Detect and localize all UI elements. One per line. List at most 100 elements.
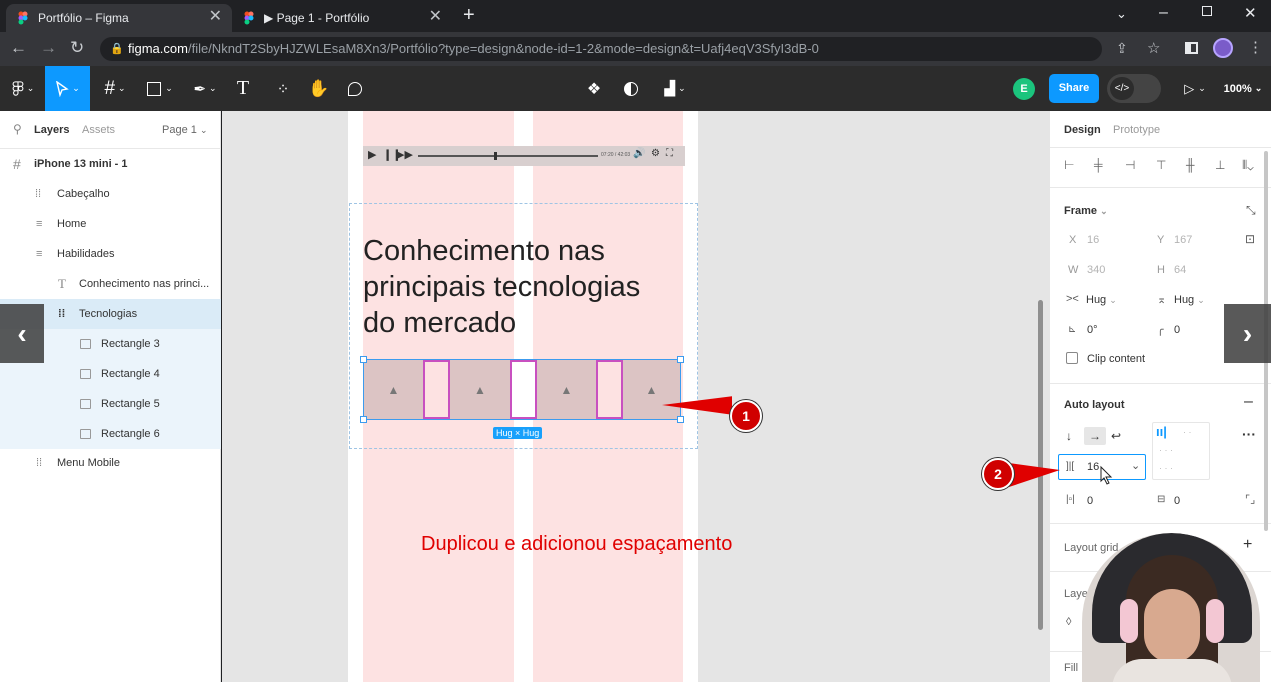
hug-vertical-select[interactable]: Hug ⌄ (1174, 294, 1205, 306)
page-selector[interactable]: Page 1 ⌄ (162, 124, 207, 136)
direction-wrap-icon[interactable]: ↩ (1111, 429, 1121, 443)
direction-vertical-icon[interactable]: ↓ (1066, 429, 1072, 443)
layer-iphone-frame[interactable]: # iPhone 13 mini - 1 (0, 149, 221, 179)
frame-tool-button[interactable]: # ⌄ (98, 66, 132, 111)
user-avatar[interactable]: E (1013, 78, 1035, 100)
profile-avatar[interactable] (1213, 38, 1233, 58)
mask-button[interactable] (620, 66, 642, 111)
boolean-button[interactable]: ▟ ⌄ (658, 66, 692, 111)
h-input[interactable]: 64 (1174, 264, 1186, 276)
design-canvas[interactable]: ▶ ❙❙ ▶▶ 07:20 / 42:03 🔊 ⚙ ⛶ Conhecimento… (222, 111, 1049, 682)
align-center-h-icon[interactable]: ╪ (1094, 158, 1103, 172)
tab-search-chevron-icon[interactable]: ⌄ (1116, 6, 1127, 22)
new-tab-icon[interactable]: + (463, 4, 475, 27)
layer-menu-mobile[interactable]: ⁞⁞ Menu Mobile (0, 448, 221, 478)
alignment-grid[interactable]: ıı| · · · · · · · · (1152, 422, 1210, 480)
x-input[interactable]: 16 (1087, 234, 1099, 246)
resize-handle[interactable] (360, 416, 367, 423)
tab-design[interactable]: Design (1064, 124, 1101, 136)
forward-icon[interactable]: → (40, 38, 57, 58)
constraints-icon[interactable]: ⊡ (1245, 232, 1255, 246)
align-left-icon[interactable]: ⊢ (1064, 158, 1074, 172)
more-options-icon[interactable]: ··· (1242, 426, 1256, 442)
tab-layers[interactable]: Layers (34, 124, 69, 136)
fullscreen-icon[interactable]: ⛶ (666, 148, 673, 159)
pass-through-icon[interactable]: ◊ (1066, 616, 1071, 628)
share-page-icon[interactable]: ⇪ (1116, 40, 1128, 57)
remove-auto-layout-icon[interactable]: – (1244, 393, 1253, 411)
dev-mode-toggle[interactable]: </> (1107, 74, 1161, 103)
url-field[interactable]: 🔒 figma.com/file/NkndT2SbyHJZWLEsaM8Xn3/… (100, 37, 1102, 61)
y-input[interactable]: 167 (1174, 234, 1192, 246)
side-panel-icon[interactable] (1185, 42, 1198, 54)
w-input[interactable]: 340 (1087, 264, 1105, 276)
tech-image-2[interactable]: ▲ (450, 360, 510, 419)
main-menu-button[interactable]: ⌄ (4, 66, 42, 111)
layer-rectangle-5[interactable]: Rectangle 5 (0, 389, 221, 419)
layer-conhecimento-text[interactable]: T Conhecimento nas princi... (0, 269, 221, 299)
shape-tool-button[interactable]: ⌄ (142, 66, 178, 111)
video-player-bar[interactable]: ▶ ❙❙ ▶▶ 07:20 / 42:03 🔊 ⚙ ⛶ (363, 146, 685, 166)
resize-handle[interactable] (360, 356, 367, 363)
previous-slide-button-overlay[interactable]: ‹ (0, 304, 44, 363)
comment-tool-button[interactable] (343, 66, 367, 111)
resize-handle[interactable] (677, 356, 684, 363)
browser-menu-icon[interactable]: ⋮ (1248, 38, 1263, 56)
zoom-menu[interactable]: 100% ⌄ (1220, 66, 1266, 111)
direction-horizontal-icon[interactable]: → (1084, 427, 1106, 445)
radius-input[interactable]: 0 (1174, 324, 1180, 336)
chevron-down-icon[interactable]: ⌄ (1131, 459, 1140, 472)
text-tool-button[interactable]: T (230, 66, 256, 111)
section-heading[interactable]: Conhecimento nas principais tecnologias … (363, 233, 693, 341)
tab-portfolio-figma[interactable]: Portfólio – Figma ✕ (6, 4, 232, 32)
align-center-v-icon[interactable]: ╫ (1186, 158, 1195, 172)
layer-rectangle-4[interactable]: Rectangle 4 (0, 359, 221, 389)
layer-home[interactable]: ≡ Home (0, 209, 221, 239)
component-button[interactable]: ❖ (583, 66, 605, 111)
play-icon[interactable]: ▶ (368, 148, 376, 161)
volume-icon[interactable]: 🔊 (633, 148, 645, 159)
skip-icon[interactable]: ▶▶ (396, 148, 413, 161)
tecnologias-autolayout[interactable]: ▲ ▲ ▲ ▲ (360, 356, 684, 423)
align-right-icon[interactable]: ⊣ (1125, 158, 1135, 172)
back-icon[interactable]: ← (10, 38, 27, 58)
add-layout-grid-icon[interactable]: + (1243, 536, 1252, 554)
move-tool-button[interactable]: ⌄ (45, 66, 90, 111)
tech-image-1[interactable]: ▲ (364, 360, 423, 419)
reload-icon[interactable]: ↻ (70, 38, 84, 58)
distribute-icon[interactable]: ⦀⌄ (1242, 158, 1254, 173)
progress-track[interactable] (418, 155, 598, 157)
layer-rectangle-6[interactable]: Rectangle 6 (0, 419, 221, 449)
layer-cabecalho[interactable]: ⁞⁞ Cabeçalho (0, 179, 221, 209)
settings-icon[interactable]: ⚙ (651, 148, 660, 159)
clip-content-checkbox[interactable] (1066, 352, 1078, 364)
pen-tool-button[interactable]: ✒ ⌄ (188, 66, 222, 111)
search-icon[interactable]: ⚲ (13, 122, 22, 136)
minimize-icon[interactable]: – (1159, 4, 1168, 22)
present-button[interactable]: ▷ ⌄ (1180, 66, 1210, 111)
padding-vertical-input[interactable]: 0 (1174, 495, 1180, 507)
close-tab-icon[interactable]: ✕ (429, 9, 442, 25)
close-tab-icon[interactable]: ✕ (209, 9, 222, 25)
rotation-input[interactable]: 0° (1087, 324, 1098, 336)
resources-button[interactable]: ⁘ (270, 66, 296, 111)
padding-horizontal-input[interactable]: 0 (1087, 495, 1093, 507)
collapse-frame-icon[interactable]: ⤡ (1246, 203, 1256, 218)
tab-prototype[interactable]: Prototype (1113, 124, 1160, 136)
tab-assets[interactable]: Assets (82, 124, 115, 136)
next-slide-button[interactable]: › (1224, 304, 1271, 363)
frame-title[interactable]: Frame ⌄ (1064, 205, 1108, 217)
tech-image-3[interactable]: ▲ (537, 360, 596, 419)
bookmark-star-icon[interactable]: ☆ (1147, 39, 1160, 57)
close-window-icon[interactable]: ✕ (1244, 4, 1257, 22)
align-top-icon[interactable]: ⊤ (1156, 158, 1166, 172)
layer-habilidades[interactable]: ≡ Habilidades (0, 239, 221, 269)
progress-thumb[interactable] (494, 152, 497, 160)
restore-icon[interactable] (1202, 6, 1212, 16)
align-bottom-icon[interactable]: ⊥ (1215, 158, 1225, 172)
individual-padding-icon[interactable]: ⌜⌟ (1245, 493, 1255, 506)
hug-horizontal-select[interactable]: Hug ⌄ (1086, 294, 1117, 306)
share-button[interactable]: Share (1049, 74, 1099, 103)
tab-page1-portfolio[interactable]: ▶ Page 1 - Portfólio ✕ (232, 4, 452, 32)
hand-tool-button[interactable]: ✋ (306, 66, 332, 111)
